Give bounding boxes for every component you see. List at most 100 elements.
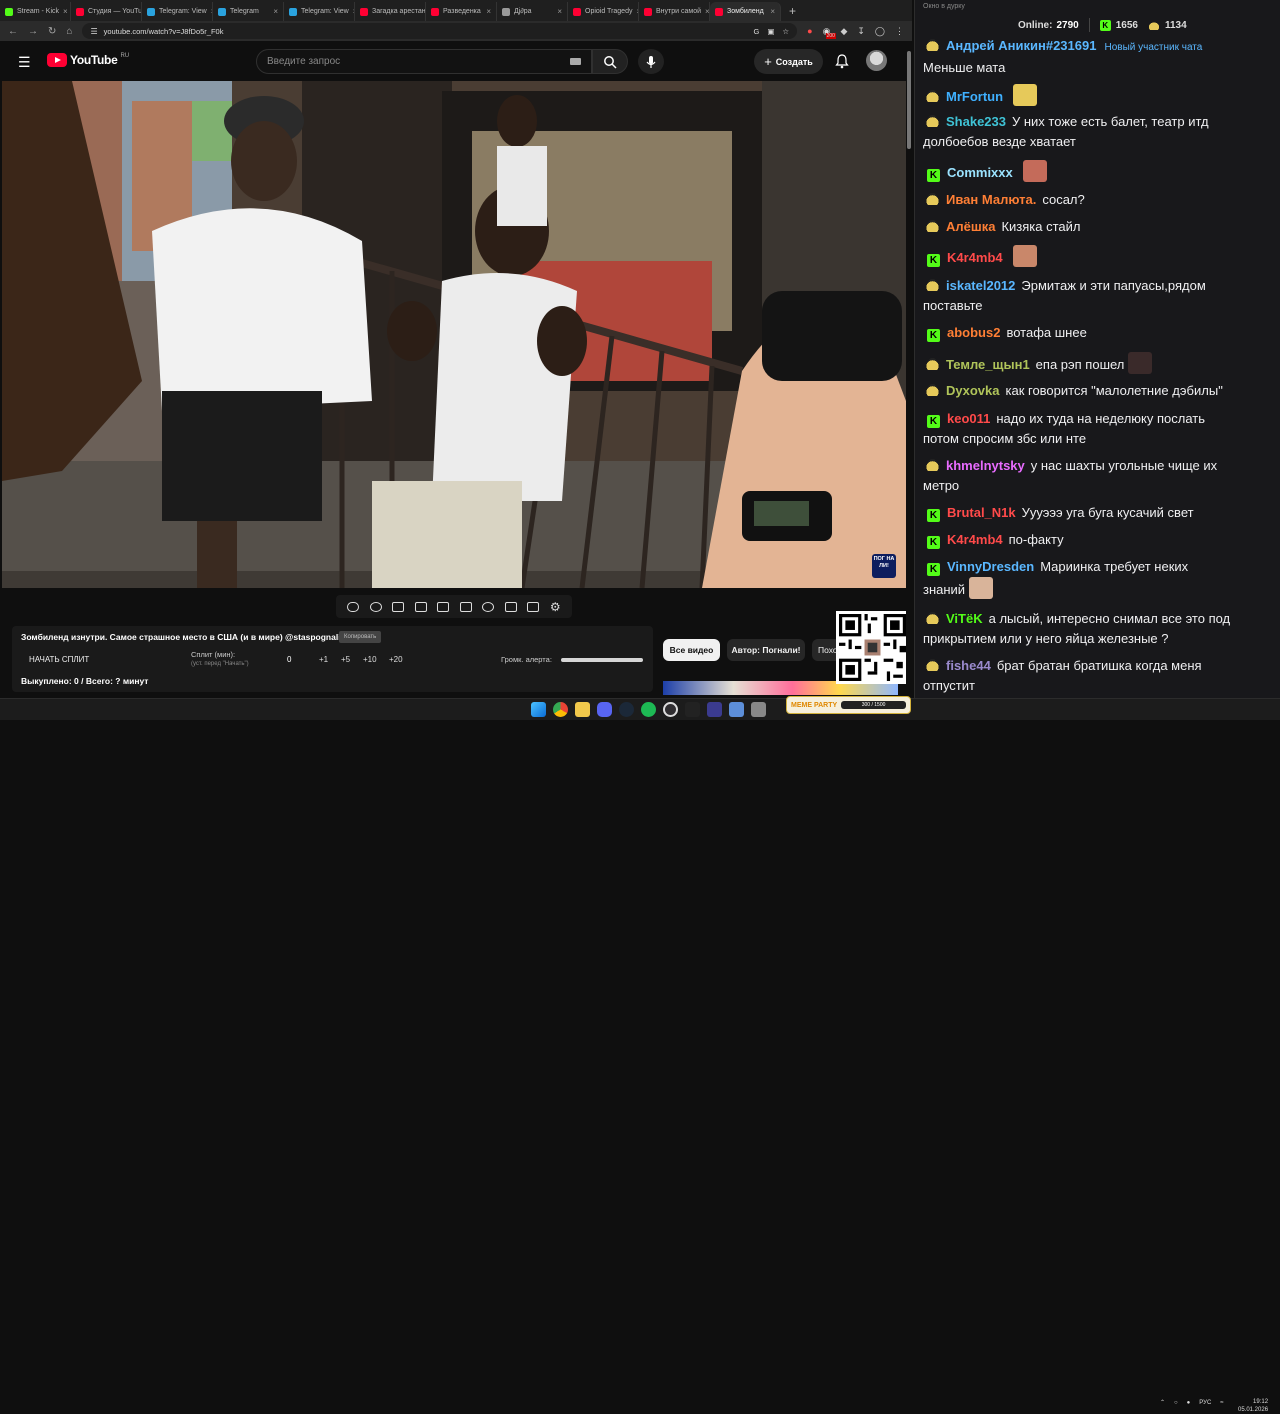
chat-username[interactable]: MrFortun [946, 89, 1003, 104]
browser-tab[interactable]: Telegram × [213, 2, 284, 21]
chat-username[interactable]: VinnyDresden [947, 559, 1034, 574]
chat-username[interactable]: keo011 [947, 411, 990, 426]
speed-icon[interactable] [482, 601, 495, 612]
meme-party-widget[interactable]: MEME PARTY 300 / 1500 [786, 696, 911, 714]
step-plus1-button[interactable]: +1 [319, 655, 328, 664]
scrollbar-thumb[interactable] [907, 51, 911, 149]
cinema-icon[interactable] [414, 601, 427, 612]
create-button[interactable]: + Создать [754, 49, 823, 74]
start-split-button[interactable]: НАЧАТЬ СПЛИТ [29, 655, 89, 664]
reload-icon[interactable]: ↻ [48, 26, 56, 37]
chat-message[interactable]: Темле_щын1 епа рэп пошел [923, 352, 1275, 375]
chat-message[interactable]: Андрей Аникин#231691 Новый участник чата М… [923, 36, 1275, 78]
chat-message[interactable]: K K4r4mb4 по-факту [923, 530, 1275, 550]
discord-icon[interactable] [597, 702, 612, 717]
chat-username[interactable]: Алёшка [946, 219, 995, 234]
voice-search-button[interactable] [638, 49, 664, 74]
youtube-logo[interactable]: YouTube RU [47, 53, 129, 67]
browser-tab[interactable]: Opioid Tragedy× [568, 2, 639, 21]
chat-message[interactable]: Алёшка Кизяка стайл [923, 217, 1275, 237]
tab-close-icon[interactable]: × [770, 7, 775, 16]
tab-close-icon[interactable]: × [705, 7, 709, 16]
browser-tab[interactable]: Дj∂ра × [497, 2, 568, 21]
chat-username[interactable]: khmelnytsky [946, 458, 1025, 473]
chat-message[interactable]: iskatel2012 Эрмитаж и эти папуасы,рядом по… [923, 276, 1275, 316]
chat-username[interactable]: Dyxovka [946, 383, 999, 398]
browser-tab[interactable]: Разведенка × [426, 2, 497, 21]
chat-username[interactable]: ViTёK [946, 611, 983, 626]
spotify-icon[interactable] [641, 702, 656, 717]
chat-username[interactable]: Темле_щын1 [946, 357, 1030, 372]
mic-tray-icon[interactable]: ● [1187, 1400, 1191, 1406]
chat-username[interactable]: K4r4mb4 [947, 250, 1003, 265]
new-tab-button[interactable]: + [789, 4, 796, 18]
chat-message[interactable]: K Brutal_N1k Уууэээ уга буга кусачий свет [923, 503, 1275, 523]
chat-username[interactable]: Brutal_N1k [947, 505, 1016, 520]
extensions-puzzle-icon[interactable]: ◆ [840, 26, 847, 37]
loop-icon[interactable] [347, 601, 360, 612]
screenshot-camera-icon[interactable] [527, 601, 540, 612]
app-window-icon[interactable] [751, 702, 766, 717]
step-plus20-button[interactable]: +20 [389, 655, 403, 664]
split-value[interactable]: 0 [287, 655, 291, 664]
download-icon[interactable]: ↧ [857, 26, 865, 37]
chip-all-videos[interactable]: Все видео [663, 639, 720, 661]
chat-username[interactable]: Shake233 [946, 114, 1006, 129]
menu-dots-icon[interactable]: ⋮ [895, 26, 904, 37]
app-dark-icon[interactable] [685, 702, 700, 717]
google-lens-icon[interactable]: G [753, 27, 759, 36]
alert-volume-slider[interactable] [561, 658, 643, 662]
chat-message[interactable]: ViTёK а лысый, интересно снимал все это п… [923, 609, 1275, 649]
network-icon[interactable]: ○ [1174, 1400, 1178, 1406]
page-scrollbar[interactable] [906, 41, 912, 695]
captions-icon[interactable] [392, 601, 405, 612]
settings-gear-icon[interactable]: ⚙ [550, 600, 561, 614]
search-button[interactable] [592, 49, 628, 74]
chat-message[interactable]: Kkeo011 надо их туда на неделюку послать п… [923, 409, 1275, 449]
video-player[interactable]: ПОГ НА ЛИ! [2, 81, 906, 588]
tab-close-icon[interactable]: × [557, 7, 562, 16]
install-icon[interactable]: ▣ [767, 27, 774, 36]
chat-message[interactable]: K VinnyDresden Мариинка требует неких знани… [923, 557, 1275, 600]
chat-username[interactable]: Commixxx [947, 165, 1013, 180]
bookmark-star-icon[interactable]: ☆ [782, 27, 789, 36]
chat-message[interactable]: Kabobus2 вотафа шнее [923, 323, 1275, 343]
site-info-icon[interactable]: ☰ [90, 27, 97, 36]
windows-start-icon[interactable] [531, 702, 546, 717]
system-clock[interactable]: 19:12 05.01.2026 [1238, 1398, 1268, 1414]
tab-close-icon[interactable]: × [63, 7, 68, 16]
chat-message[interactable]: MrFortun [923, 84, 1275, 107]
browser-tab[interactable]: Stream - Kick × [0, 2, 71, 21]
steam-icon[interactable] [619, 702, 634, 717]
chrome-icon[interactable] [553, 702, 568, 717]
keyboard-language[interactable]: РУС [1199, 1400, 1211, 1406]
forward-arrow-icon[interactable]: → [28, 26, 38, 37]
chat-username[interactable]: fishe44 [946, 658, 991, 673]
browser-tab[interactable]: Telegram: View× [284, 2, 355, 21]
miniplayer-icon[interactable] [459, 601, 472, 612]
url-field[interactable]: ☰ youtube.com/watch?v=J8fDo5r_F0k G ▣ ☆ [82, 23, 798, 39]
browser-tab[interactable]: Внутри самой × [639, 2, 710, 21]
file-explorer-icon[interactable] [575, 702, 590, 717]
chat-username[interactable]: K4r4mb4 [947, 532, 1003, 547]
browser-tab[interactable]: Загадка арестан× [355, 2, 426, 21]
tab-close-icon[interactable]: × [486, 7, 491, 16]
chat-message[interactable]: K Commixxx [923, 160, 1275, 183]
fullscreen-icon[interactable] [437, 601, 450, 612]
tab-close-icon[interactable]: × [273, 7, 278, 16]
back-arrow-icon[interactable]: ← [8, 26, 18, 37]
obs-icon[interactable] [663, 702, 678, 717]
browser-tab[interactable]: Зомбиленд × [710, 2, 781, 21]
chip-author[interactable]: Автор: Погнали! [727, 639, 805, 661]
hamburger-menu-icon[interactable]: ☰ [18, 54, 31, 71]
browser-tab[interactable]: Telegram: View× [142, 2, 213, 21]
chat-username[interactable]: abobus2 [947, 325, 1000, 340]
chat-message[interactable]: K K4r4mb4 [923, 245, 1275, 268]
keyboard-icon[interactable] [570, 58, 581, 65]
chat-message[interactable]: Shake233 У них тоже есть балет, театр итд… [923, 112, 1275, 152]
chat-username[interactable]: iskatel2012 [946, 278, 1015, 293]
home-icon[interactable]: ⌂ [66, 26, 72, 37]
app-blue-icon[interactable] [729, 702, 744, 717]
browser-tab[interactable]: Студия — YouTube× [71, 2, 142, 21]
chat-username[interactable]: Иван Малюта. [946, 192, 1036, 207]
